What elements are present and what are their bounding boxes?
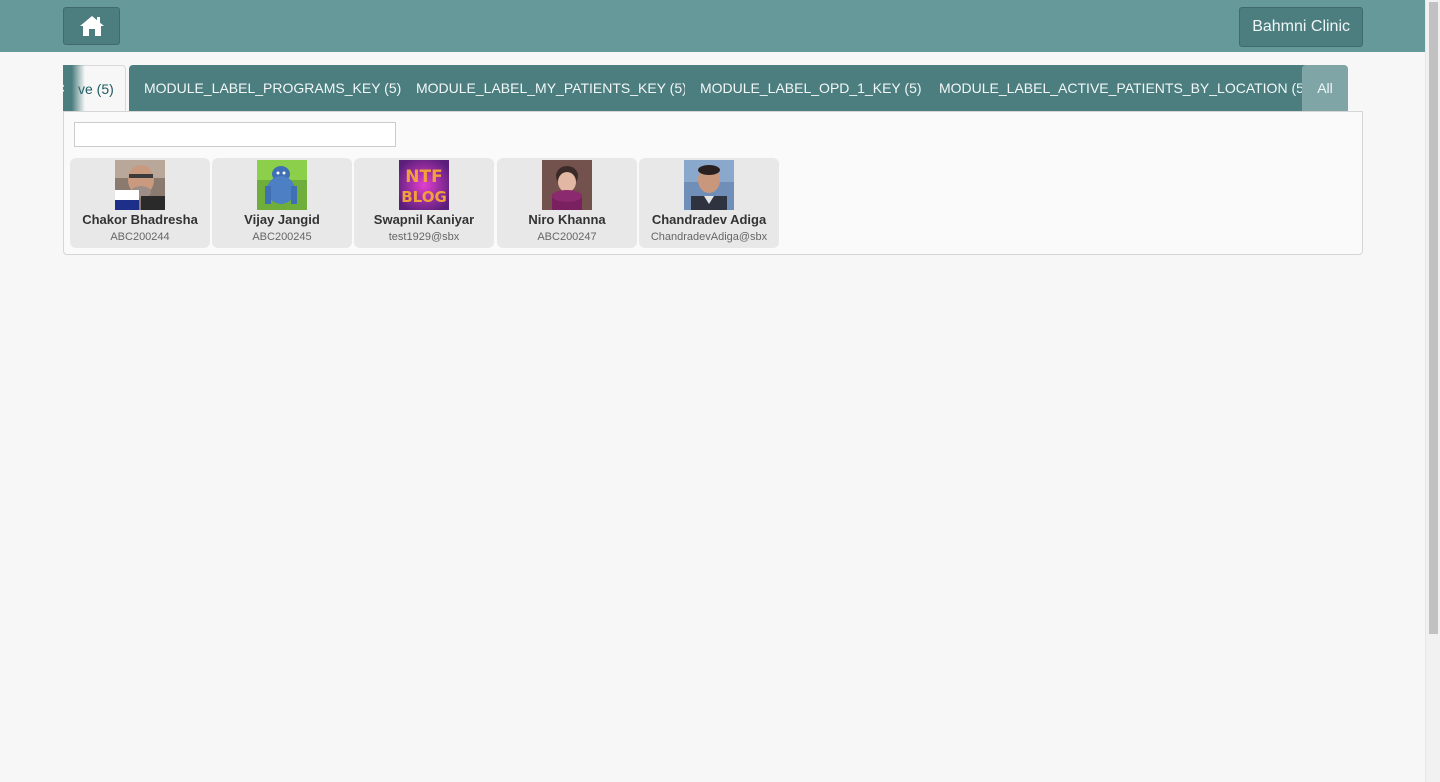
patient-name: Niro Khanna xyxy=(528,212,606,227)
home-icon xyxy=(79,15,105,37)
patient-identifier: ABC200245 xyxy=(252,231,312,243)
patient-list-panel: Chakor Bhadresha ABC200244 Vijay Jangid … xyxy=(63,111,1363,255)
top-header: Bahmni Clinic xyxy=(0,0,1425,52)
patient-card[interactable]: Vijay Jangid ABC200245 xyxy=(212,158,352,248)
clinic-location-button[interactable]: Bahmni Clinic xyxy=(1239,7,1363,47)
tab-my-patients[interactable]: MODULE_LABEL_MY_PATIENTS_KEY (5) xyxy=(401,65,702,111)
patient-photo xyxy=(684,160,734,210)
patient-list-tabs: ve (5) ‹ MODULE_LABEL_PROGRAMS_KEY (5) M… xyxy=(63,65,1363,112)
patient-card[interactable]: NTF BLOG Swapnil Kaniyar test1929@sbx xyxy=(354,158,494,248)
patient-identifier: ABC200244 xyxy=(110,231,170,243)
patient-photo xyxy=(115,160,165,210)
patient-identifier: ABC200247 xyxy=(537,231,597,243)
tab-label: MODULE_LABEL_OPD_1_KEY (5) xyxy=(700,80,922,96)
tab-scroll-left-button[interactable]: ‹ xyxy=(63,65,85,111)
photo-text-ntf: NTF xyxy=(405,167,442,187)
patient-card[interactable]: Chandradev Adiga ChandradevAdiga@sbx xyxy=(639,158,779,248)
tab-programs[interactable]: MODULE_LABEL_PROGRAMS_KEY (5) xyxy=(129,65,417,111)
tab-all[interactable]: All xyxy=(1302,65,1348,111)
page-scrollbar[interactable] xyxy=(1425,0,1440,782)
tab-label: MODULE_LABEL_MY_PATIENTS_KEY (5) xyxy=(416,80,687,96)
tab-label: MODULE_LABEL_ACTIVE_PATIENTS_BY_LOCATION… xyxy=(939,80,1309,96)
patient-name: Chakor Bhadresha xyxy=(82,212,198,227)
scrollbar-thumb[interactable] xyxy=(1429,2,1438,634)
app-root: Bahmni Clinic ve (5) ‹ MODULE_LABEL_PROG… xyxy=(0,0,1440,782)
patient-photo xyxy=(542,160,592,210)
patient-photo: NTF BLOG xyxy=(399,160,449,210)
patient-card[interactable]: Chakor Bhadresha ABC200244 xyxy=(70,158,210,248)
tab-label: All xyxy=(1317,80,1333,96)
tab-active-patients-by-location[interactable]: MODULE_LABEL_ACTIVE_PATIENTS_BY_LOCATION… xyxy=(924,65,1324,111)
home-button[interactable] xyxy=(63,7,120,45)
patient-photo xyxy=(257,160,307,210)
patient-name: Vijay Jangid xyxy=(244,212,320,227)
chevron-left-icon: ‹ xyxy=(63,65,65,111)
patient-identifier: test1929@sbx xyxy=(388,231,460,243)
patient-name: Swapnil Kaniyar xyxy=(373,212,475,227)
patient-name: Chandradev Adiga xyxy=(651,212,767,227)
patient-identifier: ChandradevAdiga@sbx xyxy=(650,231,768,243)
tab-opd-1[interactable]: MODULE_LABEL_OPD_1_KEY (5) xyxy=(685,65,937,111)
tab-label: MODULE_LABEL_PROGRAMS_KEY (5) xyxy=(144,80,402,96)
patient-card[interactable]: Niro Khanna ABC200247 xyxy=(497,158,637,248)
patient-search-input[interactable] xyxy=(74,122,396,147)
photo-text-blog: BLOG xyxy=(401,188,447,206)
